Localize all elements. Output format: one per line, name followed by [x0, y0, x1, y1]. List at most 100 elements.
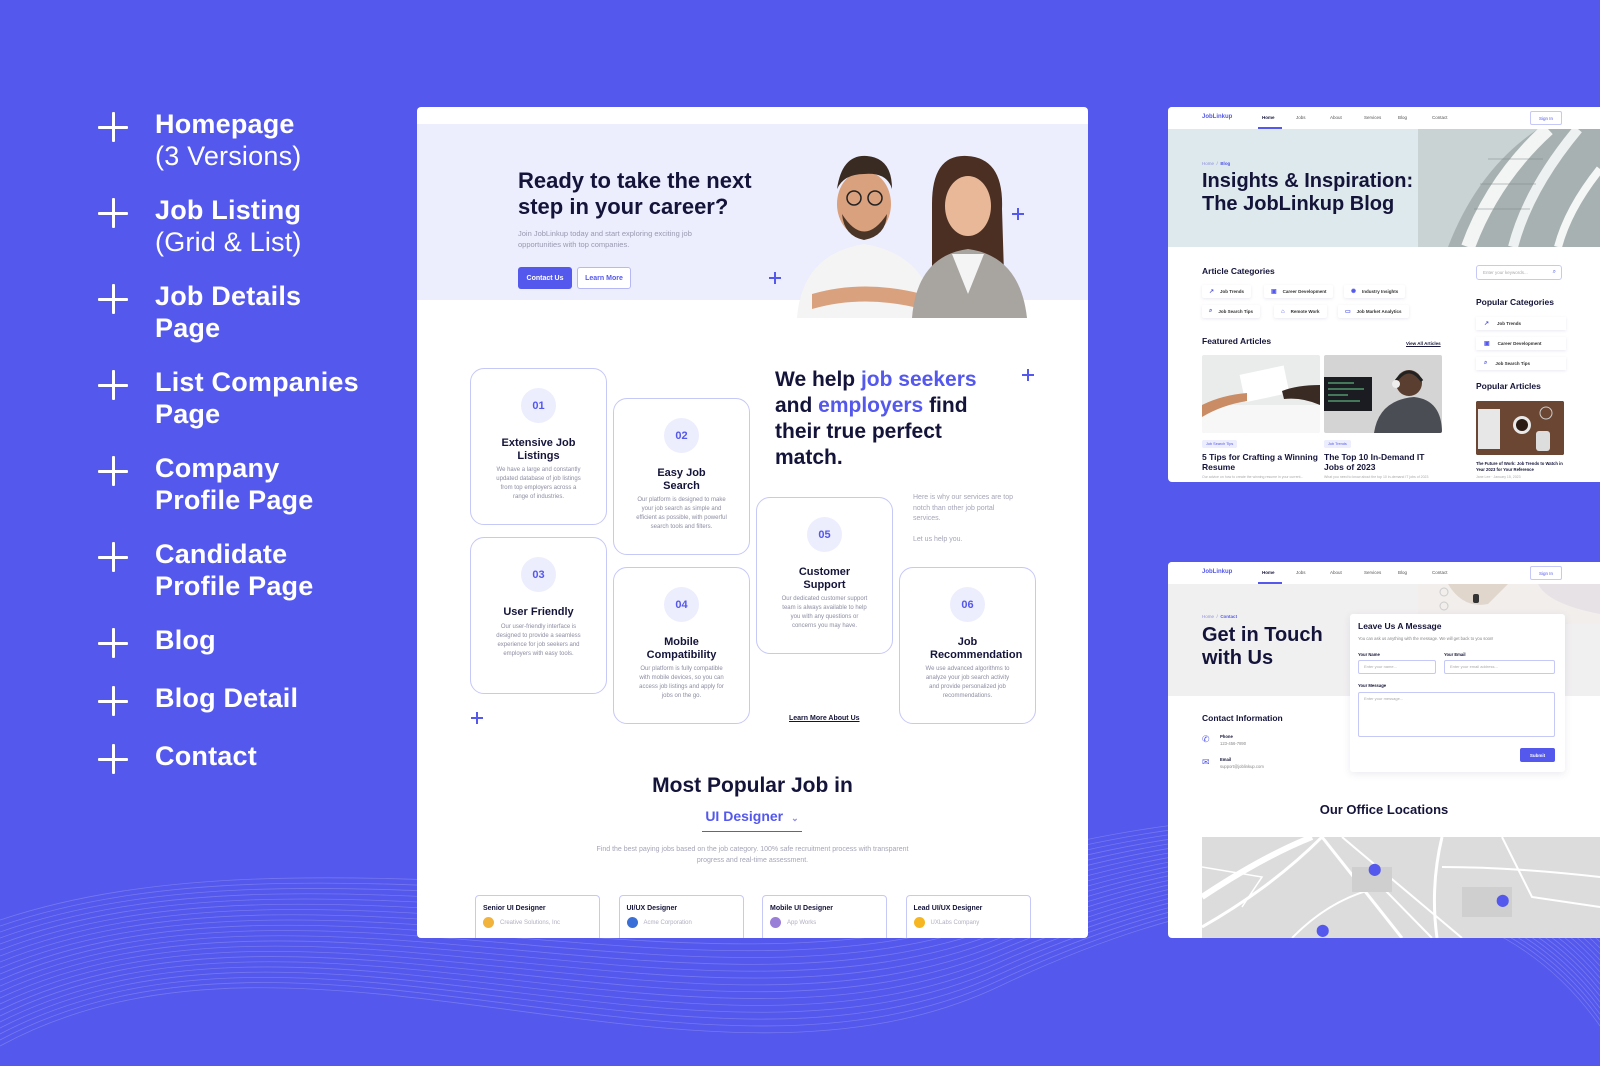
- feature-label: List Companies Page: [155, 366, 359, 430]
- popular-category-chip[interactable]: ▣ Career Development: [1476, 337, 1566, 350]
- breadcrumb-separator: /: [1216, 161, 1218, 166]
- popular-category-chip[interactable]: ⌕ Job Search Tips: [1476, 357, 1566, 370]
- breadcrumb: Home / Blog: [1202, 161, 1230, 166]
- nav-item-jobs[interactable]: Jobs: [1296, 115, 1306, 120]
- job-title: Mobile UI Designer: [770, 905, 834, 912]
- name-label: Your Name: [1358, 652, 1380, 657]
- job-category-select[interactable]: UI Designer ⌄: [702, 808, 802, 832]
- sign-in-button[interactable]: Sign In: [1530, 111, 1562, 125]
- view-all-articles-link[interactable]: View All Articles: [1406, 341, 1441, 346]
- article-title[interactable]: The Top 10 In-Demand IT Jobs of 2023: [1324, 452, 1442, 472]
- nav-item-contact[interactable]: Contact: [1432, 115, 1448, 120]
- popular-jobs-description: Find the best paying jobs based on the j…: [596, 846, 909, 864]
- nav-item-services[interactable]: Services: [1364, 115, 1381, 120]
- category-chip[interactable]: ⌕ Job Search Tips: [1202, 305, 1261, 318]
- company-name: UXLabs Company: [930, 919, 980, 926]
- breadcrumb-home[interactable]: Home: [1202, 614, 1214, 619]
- feature-item: Blog Detail: [98, 682, 398, 718]
- contact-info-heading: Contact Information: [1202, 713, 1283, 723]
- plus-icon: [98, 198, 130, 230]
- office-map[interactable]: ⬤ ⬤ ⬤: [1202, 837, 1600, 938]
- selected-category: UI Designer: [705, 808, 784, 824]
- category-icon: ↗: [1484, 321, 1490, 327]
- article-tag[interactable]: Job Search Tips: [1202, 440, 1238, 448]
- service-description: We have a large and constantly updated d…: [496, 467, 581, 500]
- nav-item-about[interactable]: About: [1330, 115, 1342, 120]
- popular-article-title[interactable]: The Future of Work: Job Trends to Watch …: [1476, 461, 1568, 473]
- search-icon[interactable]: ⌕: [1553, 269, 1556, 276]
- service-description: Our platform is designed to make your jo…: [636, 497, 727, 530]
- popular-categories-heading: Popular Categories: [1476, 297, 1554, 307]
- nav-item-contact[interactable]: Contact: [1432, 570, 1448, 575]
- breadcrumb-home[interactable]: Home: [1202, 161, 1214, 166]
- feature-title: List Companies: [155, 367, 359, 397]
- joblinkup-logo[interactable]: JobLinkup: [1202, 114, 1232, 120]
- email-input[interactable]: Enter your email address...: [1444, 660, 1555, 674]
- nav-item-blog[interactable]: Blog: [1398, 115, 1407, 120]
- plus-icon: [98, 456, 130, 488]
- feature-list: Homepage (3 Versions) Job Listing (Grid & L…: [98, 108, 398, 798]
- company-logo-icon: [483, 917, 494, 928]
- category-icon: ⌕: [1484, 360, 1488, 366]
- job-card[interactable]: Senior UI Designer Creative Solutions, In…: [475, 895, 600, 938]
- category-chip[interactable]: ▣ Career Development: [1264, 285, 1334, 298]
- sign-in-button[interactable]: Sign In: [1530, 566, 1562, 580]
- form-subheading: You can ask us anything with the message…: [1358, 636, 1494, 641]
- feature-subtitle: Page: [155, 399, 221, 429]
- breadcrumb-current: Blog: [1220, 161, 1231, 166]
- nav-item-home[interactable]: Home: [1262, 570, 1275, 575]
- feature-item: Job Details Page: [98, 280, 398, 344]
- nav-item-jobs[interactable]: Jobs: [1296, 570, 1306, 575]
- category-label: Remote Work: [1290, 309, 1320, 314]
- job-card[interactable]: Mobile UI Designer App Works: [762, 895, 887, 938]
- job-card[interactable]: Lead UI/UX Designer UXLabs Company: [905, 895, 1031, 938]
- blog-search-input[interactable]: Enter your keywords... ⌕: [1476, 265, 1562, 280]
- service-number: 03: [521, 557, 556, 592]
- contact-preview: JobLinkup Home Jobs About Services Blog Conta…: [1168, 562, 1600, 938]
- message-textarea[interactable]: Enter your message...: [1358, 692, 1555, 737]
- category-label: Career Development: [1497, 341, 1542, 346]
- mail-icon: ✉: [1202, 757, 1210, 767]
- article-image-resume[interactable]: [1202, 355, 1320, 433]
- nav-item-about[interactable]: About: [1330, 570, 1342, 575]
- job-title: UI/UX Designer: [626, 905, 678, 912]
- article-tag[interactable]: Job Trends: [1324, 440, 1351, 448]
- job-card[interactable]: UI/UX Designer Acme Corporation: [618, 895, 744, 938]
- feature-label: Contact: [155, 740, 257, 772]
- feature-title: Job Listing: [155, 195, 302, 225]
- learn-more-about-us-link[interactable]: Learn More About Us: [789, 715, 860, 722]
- popular-article-image[interactable]: [1476, 401, 1564, 455]
- article-title[interactable]: 5 Tips for Crafting a Winning Resume: [1202, 452, 1320, 472]
- article-image-it-jobs[interactable]: [1324, 355, 1442, 433]
- nav-item-blog[interactable]: Blog: [1398, 570, 1407, 575]
- category-chip[interactable]: ✺ Industry Insights: [1344, 285, 1406, 298]
- joblinkup-logo[interactable]: JobLinkup: [1202, 569, 1232, 575]
- featured-articles-heading: Featured Articles: [1202, 336, 1272, 346]
- company-logo-icon: [626, 917, 638, 928]
- name-input[interactable]: Enter your name...: [1358, 660, 1436, 674]
- contact-us-button[interactable]: Contact Us: [518, 267, 572, 289]
- phone-value: 123-456-7890: [1220, 741, 1247, 746]
- category-chip[interactable]: ⌂ Remote Work: [1274, 305, 1327, 318]
- nav-item-services[interactable]: Services: [1364, 570, 1381, 575]
- category-chip[interactable]: ↗ Job Trends: [1202, 285, 1252, 298]
- map-pin-icon[interactable]: ⬤: [1496, 893, 1509, 907]
- category-chip[interactable]: ▭ Job Market Analytics: [1338, 305, 1409, 318]
- nav-item-home[interactable]: Home: [1262, 115, 1275, 120]
- map-pin-icon[interactable]: ⬤: [1316, 923, 1329, 937]
- service-number: 02: [664, 418, 699, 453]
- category-label: Industry Insights: [1362, 289, 1399, 294]
- briefcase-icon: ▣: [1271, 289, 1277, 295]
- submit-button[interactable]: Submit: [1520, 748, 1555, 762]
- learn-more-button[interactable]: Learn More: [577, 267, 631, 289]
- popular-category-chip[interactable]: ↗ Job Trends: [1476, 317, 1566, 330]
- service-card: 05 Customer Support Our dedicated customer…: [756, 497, 893, 654]
- map-pin-icon[interactable]: ⬤: [1368, 862, 1381, 876]
- plus-icon: [98, 686, 130, 718]
- help-cta: Let us help you.: [913, 536, 963, 543]
- plus-icon: [98, 284, 130, 316]
- blog-title: Insights & Inspiration: The JobLinkup Bl…: [1202, 170, 1414, 215]
- feature-label: Candidate Profile Page: [155, 538, 313, 602]
- message-form: Leave Us A Message You can ask us anythi…: [1350, 614, 1565, 772]
- service-title: Easy Job Search: [657, 467, 706, 492]
